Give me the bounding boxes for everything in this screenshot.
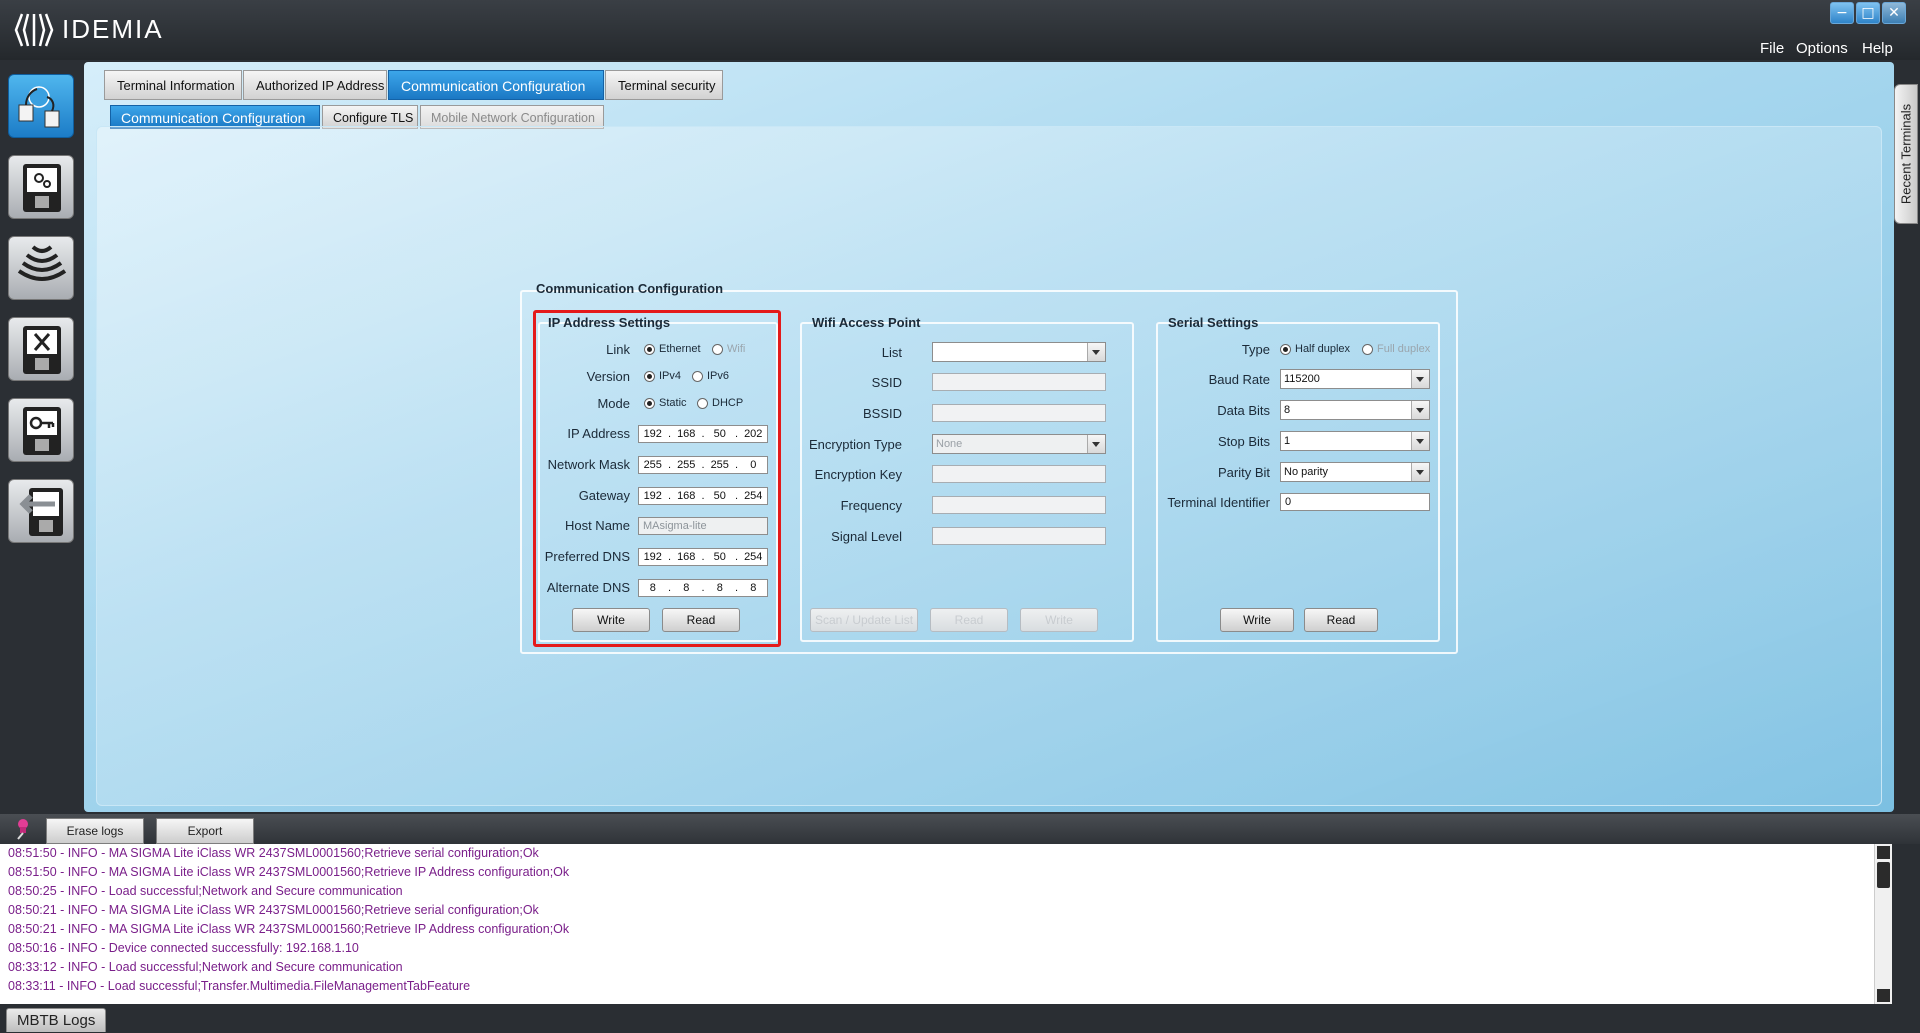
mbtb-logs-tab[interactable]: MBTB Logs <box>6 1008 107 1032</box>
log-line: 08:50:25 - INFO - Load successful;Networ… <box>8 884 403 898</box>
chevron-down-icon <box>1087 435 1105 453</box>
sidebar-network-config-button[interactable] <box>8 74 74 138</box>
tab-terminal-information[interactable]: Terminal Information <box>104 70 242 100</box>
wifi-list-select[interactable] <box>932 342 1106 362</box>
half-duplex-radio[interactable]: Half duplex <box>1280 343 1350 355</box>
ssid-label: SSID <box>871 375 902 390</box>
tools-icon <box>23 326 61 374</box>
log-scrollbar[interactable] <box>1874 844 1892 1004</box>
tab-authorized-ip-address[interactable]: Authorized IP Address <box>243 70 387 100</box>
scroll-thumb[interactable] <box>1877 862 1890 888</box>
parity-bit-label: Parity Bit <box>1217 465 1270 480</box>
menu-help[interactable]: Help <box>1862 40 1893 57</box>
data-bits-label: Data Bits <box>1217 403 1270 418</box>
close-button[interactable]: ✕ <box>1882 2 1906 24</box>
encryption-type-select[interactable]: None <box>932 434 1106 454</box>
log-panel: 08:51:50 - INFO - MA SIGMA Lite iClass W… <box>0 844 1892 1004</box>
menu-options[interactable]: Options <box>1796 40 1848 57</box>
log-line: 08:50:16 - INFO - Device connected succe… <box>8 941 359 955</box>
full-duplex-radio[interactable]: Full duplex <box>1362 343 1430 355</box>
serial-read-button[interactable]: Read <box>1304 608 1378 632</box>
encryption-type-label: Encryption Type <box>809 437 902 452</box>
serial-write-button[interactable]: Write <box>1220 608 1294 632</box>
frequency-label: Frequency <box>840 498 902 513</box>
scroll-up-icon[interactable] <box>1877 846 1890 859</box>
chevron-down-icon <box>1411 401 1429 419</box>
bssid-label: BSSID <box>862 406 902 421</box>
encryption-type-value: None <box>936 438 963 450</box>
radio-label: Half duplex <box>1295 343 1351 355</box>
data-bits-select[interactable]: 8 <box>1280 400 1430 420</box>
ssid-input[interactable] <box>932 373 1106 391</box>
wifi-title: Wifi Access Point <box>812 315 921 330</box>
serial-title: Serial Settings <box>1168 315 1259 330</box>
log-line: 08:33:12 - INFO - Load successful;Networ… <box>8 960 403 974</box>
wifi-write-button[interactable]: Write <box>1020 608 1098 632</box>
baud-rate-label: Baud Rate <box>1208 372 1270 387</box>
log-toolbar <box>0 814 1920 844</box>
import-icon <box>19 488 63 536</box>
terminal-settings-icon <box>23 164 61 212</box>
encryption-key-label: Encryption Key <box>814 467 902 482</box>
bssid-input[interactable] <box>932 404 1106 422</box>
frequency-input[interactable] <box>932 496 1106 514</box>
radio-dot <box>1280 343 1291 355</box>
log-line: 08:51:50 - INFO - MA SIGMA Lite iClass W… <box>8 846 539 860</box>
recent-terminals-label: Recent Terminals <box>1898 103 1914 205</box>
communication-config-title: Communication Configuration <box>536 281 724 296</box>
encryption-key-input[interactable] <box>932 465 1106 483</box>
parity-bit-select[interactable]: No parity <box>1280 462 1430 482</box>
radio-label: Full duplex <box>1377 343 1431 355</box>
brand-name: IDEMIA <box>62 14 164 44</box>
highlight-box <box>533 310 781 647</box>
scroll-down-icon[interactable] <box>1877 989 1890 1002</box>
baud-rate-value: 115200 <box>1284 373 1320 385</box>
log-line: 08:50:21 - INFO - MA SIGMA Lite iClass W… <box>8 922 570 936</box>
serial-type-label: Type <box>1241 342 1270 357</box>
sidebar-import-button[interactable] <box>8 479 74 543</box>
chevron-down-icon <box>1411 370 1429 388</box>
log-line: 08:33:11 - INFO - Load successful;Transf… <box>8 979 471 993</box>
data-bits-value: 8 <box>1284 404 1291 416</box>
log-line: 08:51:50 - INFO - MA SIGMA Lite iClass W… <box>8 865 570 879</box>
recent-terminals-tab[interactable]: Recent Terminals <box>1894 84 1918 224</box>
stop-bits-select[interactable]: 1 <box>1280 431 1430 451</box>
log-line: 08:50:21 - INFO - MA SIGMA Lite iClass W… <box>8 903 539 917</box>
maximize-button[interactable]: □ <box>1856 2 1880 24</box>
wifi-read-button[interactable]: Read <box>930 608 1008 632</box>
sidebar-wireless-button[interactable] <box>8 236 74 300</box>
chevron-down-icon <box>1087 343 1105 361</box>
tab-communication-configuration[interactable]: Communication Configuration <box>388 70 604 100</box>
radio-dot <box>1362 343 1373 355</box>
wifi-list-label: List <box>881 345 902 360</box>
stop-bits-value: 1 <box>1284 435 1291 447</box>
parity-bit-value: No parity <box>1284 466 1329 478</box>
signal-level-input[interactable] <box>932 527 1106 545</box>
terminal-identifier-label: Terminal Identifier <box>1167 495 1270 510</box>
pin-icon[interactable] <box>12 818 32 840</box>
key-icon <box>23 407 61 455</box>
scan-update-list-button[interactable]: Scan / Update List <box>810 608 918 632</box>
tab-terminal-security[interactable]: Terminal security <box>605 70 723 100</box>
minimize-button[interactable]: − <box>1830 2 1854 24</box>
wireless-icon <box>17 245 67 281</box>
sidebar-key-button[interactable] <box>8 398 74 462</box>
terminal-identifier-input[interactable]: 0 <box>1280 493 1430 511</box>
bottom-bar <box>0 1004 1920 1032</box>
stop-bits-label: Stop Bits <box>1217 434 1270 449</box>
menu-file[interactable]: File <box>1760 40 1784 57</box>
erase-logs-button[interactable]: Erase logs <box>46 818 144 844</box>
chevron-down-icon <box>1411 432 1429 450</box>
export-logs-button[interactable]: Export <box>156 818 254 844</box>
title-bar <box>0 0 1920 60</box>
chevron-down-icon <box>1411 463 1429 481</box>
sidebar-terminal-settings-button[interactable] <box>8 155 74 219</box>
idemia-logo-icon <box>14 13 54 47</box>
sidebar-tools-button[interactable] <box>8 317 74 381</box>
baud-rate-select[interactable]: 115200 <box>1280 369 1430 389</box>
signal-level-label: Signal Level <box>831 529 902 544</box>
network-config-icon <box>18 86 60 128</box>
